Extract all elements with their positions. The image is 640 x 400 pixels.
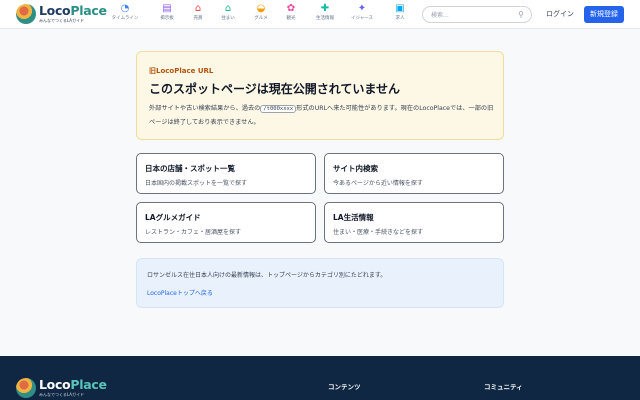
card-desc: 住まい・医療・手続きなどを探す — [333, 229, 424, 236]
nav-item-buysell[interactable]: ⌂ 売買 — [181, 3, 215, 27]
logo-tagline: みんなでつくるLAガイド — [39, 392, 84, 397]
logo-mark-icon — [16, 378, 36, 398]
site-footer: LocoPlace みんなでつくるLAガイド コンテンツ コミュニティ — [0, 356, 640, 400]
nav-item-jobs[interactable]: ▣ 求人 — [383, 3, 417, 27]
nav-label: グルメ — [254, 16, 268, 21]
nav-label: 求人 — [395, 16, 405, 21]
footer-heading-community: コミュニティ — [484, 383, 523, 391]
search-input[interactable]: 検索... ⚲ — [422, 6, 532, 23]
site-header: LocoPlace みんなでつくるLAガイド ◔ タイムライン ▤ 掲示板 ⌂ … — [0, 0, 640, 29]
page-title: このスポットページは現在公開されていません — [149, 82, 401, 96]
notice-body: 外部サイトや古い検索結果から、過去の/t000xxxx 形式のURLへ来た可能性が… — [149, 105, 494, 126]
site-logo[interactable]: LocoPlace みんなでつくるLAガイド — [16, 4, 107, 25]
nav-item-board[interactable]: ▤ 掲示板 — [150, 3, 184, 27]
register-button[interactable]: 新規登録 — [584, 6, 624, 23]
logo-wordmark: LocoPlace — [39, 377, 107, 392]
nav-label: 住まい — [221, 16, 235, 21]
notice-kicker: 旧LocoPlace URL — [149, 67, 214, 75]
jobs-icon: ▣ — [395, 3, 405, 14]
info-text: ロサンゼルス在住日本人向けの最新情報は、トップページからカテゴリ別にたどれます。 — [147, 272, 387, 279]
home-icon: ⌂ — [224, 3, 232, 14]
info-box: ロサンゼルス在住日本人向けの最新情報は、トップページからカテゴリ別にたどれます。… — [136, 258, 504, 308]
nav-label: 観光 — [286, 16, 296, 21]
unavailable-notice: 旧LocoPlace URL このスポットページは現在公開されていません 外部サ… — [136, 51, 504, 140]
card-la-gourmet[interactable]: LAグルメガイド レストラン・カフェ・居酒屋を探す — [136, 202, 316, 243]
shop-icon: ⌂ — [194, 3, 202, 14]
logo-tagline: みんなでつくるLAガイド — [39, 18, 84, 23]
nav-label: タイムライン — [111, 16, 139, 21]
nav-item-sightseeing[interactable]: ✿ 観光 — [274, 3, 308, 27]
nav-item-timeline[interactable]: ◔ タイムライン — [108, 3, 142, 27]
nav-item-gourmet[interactable]: ◒ グルメ — [244, 3, 278, 27]
sports-icon: ✦ — [357, 3, 367, 14]
card-title: LA生活情報 — [333, 213, 374, 222]
nav-item-housing[interactable]: ⌂ 住まい — [211, 3, 245, 27]
card-title: 日本の店舗・スポット一覧 — [145, 164, 235, 173]
board-icon: ▤ — [162, 3, 172, 14]
info-icon: ✚ — [320, 3, 330, 14]
card-site-search[interactable]: サイト内検索 今あるページから近い情報を探す — [324, 153, 504, 194]
nav-label: イジャース — [350, 16, 374, 21]
card-desc: 今あるページから近い情報を探す — [333, 180, 423, 187]
nav-label: 掲示板 — [160, 16, 174, 21]
clock-icon: ◔ — [120, 3, 130, 14]
card-title: LAグルメガイド — [145, 213, 201, 222]
logo-wordmark: LocoPlace — [39, 3, 107, 18]
nav-label: 売買 — [193, 16, 203, 21]
nav-item-living-info[interactable]: ✚ 生活情報 — [308, 3, 342, 27]
sightseeing-icon: ✿ — [286, 3, 296, 14]
footer-heading-contents: コンテンツ — [328, 383, 361, 391]
food-icon: ◒ — [256, 3, 266, 14]
home-link[interactable]: LocoPlaceトップへ戻る — [147, 288, 213, 297]
nav-label: 生活情報 — [316, 16, 334, 21]
footer-logo[interactable]: LocoPlace みんなでつくるLAガイド — [16, 378, 107, 399]
search-placeholder: 検索... — [431, 12, 449, 19]
card-title: サイト内検索 — [333, 164, 378, 173]
nav-item-sports[interactable]: ✦ イジャース — [345, 3, 379, 27]
search-icon[interactable]: ⚲ — [518, 10, 524, 20]
card-desc: 日本国内の掲載スポットを一覧で探す — [145, 180, 248, 187]
logo-mark-icon — [16, 4, 36, 24]
card-desc: レストラン・カフェ・居酒屋を探す — [145, 229, 242, 236]
card-la-living[interactable]: LA生活情報 住まい・医療・手続きなどを探す — [324, 202, 504, 243]
card-japan-spots[interactable]: 日本の店舗・スポット一覧 日本国内の掲載スポットを一覧で探す — [136, 153, 316, 194]
login-link[interactable]: ログイン — [546, 9, 574, 19]
url-pattern-code: /t000xxxx — [260, 105, 297, 113]
